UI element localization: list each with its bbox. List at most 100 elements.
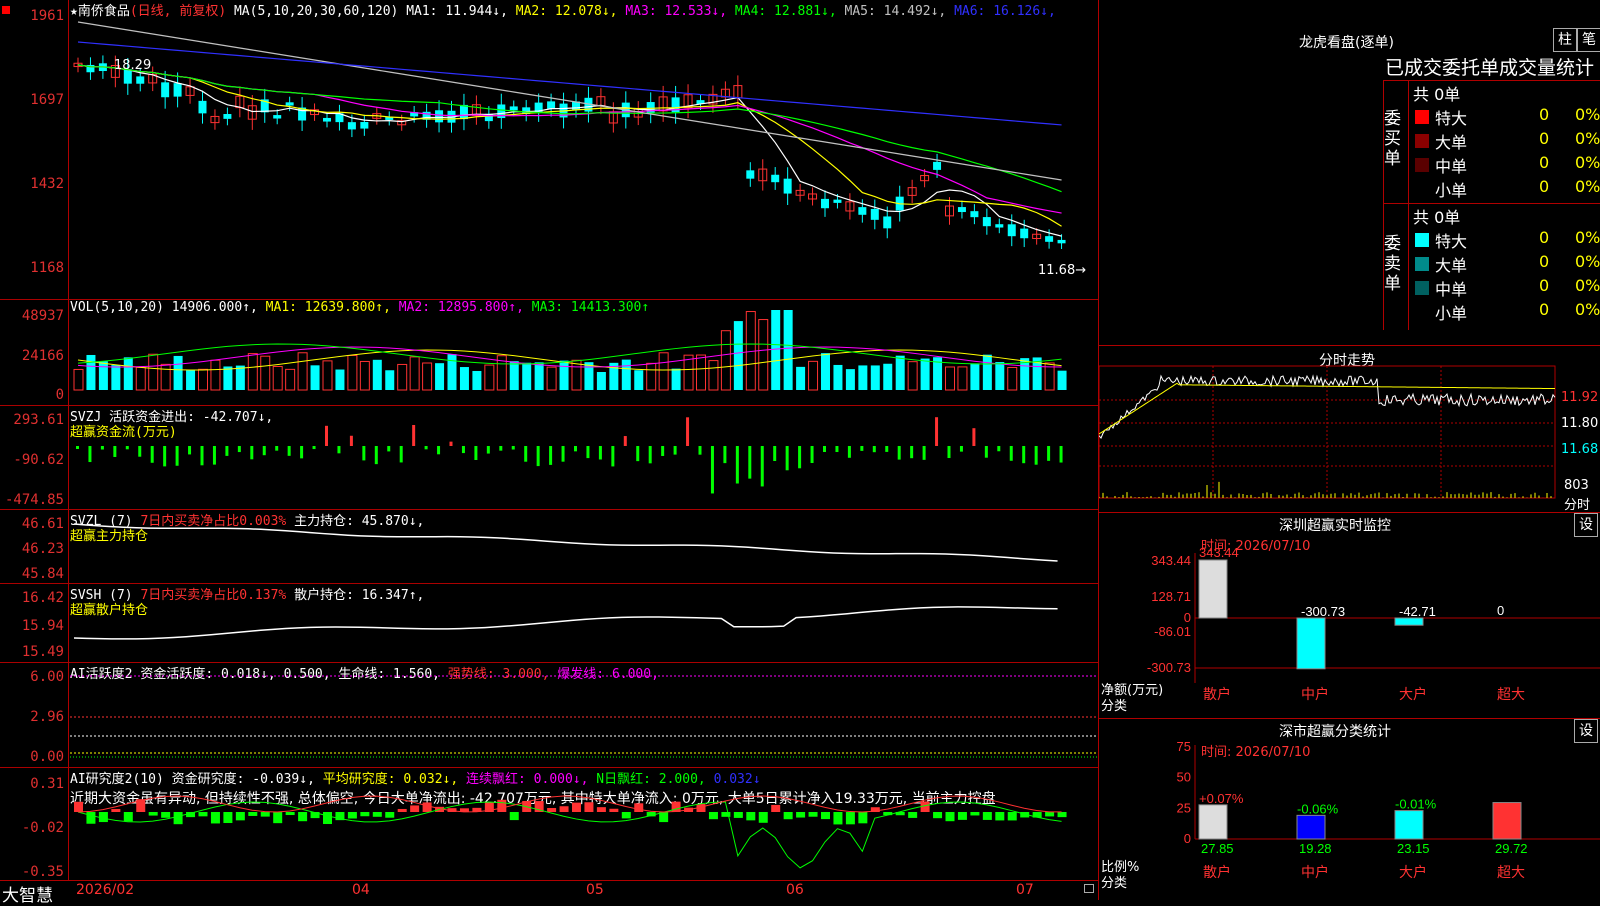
- candle-body: [746, 170, 755, 179]
- svzj-bar: [835, 446, 839, 453]
- volume-bar: [895, 355, 905, 390]
- svsh-pane[interactable]: 16.42 15.94 15.49 SVSH (7) 7日内买卖净占比0.137…: [0, 584, 1098, 663]
- color-swatch: [1415, 257, 1429, 271]
- research-bar: [260, 812, 270, 817]
- svzj-pane[interactable]: 293.61 -90.62 -474.85 SVZJ 活跃资金进出: -42.7…: [0, 406, 1098, 510]
- bar-view-button[interactable]: 柱: [1553, 28, 1577, 52]
- svzj-bar: [325, 425, 328, 446]
- buy-row-count: 0: [1539, 105, 1550, 124]
- sz-monitor-panel[interactable]: 深圳超赢实时监控 设 时间: 2026/07/10 净额(万元) 分类 343.…: [1099, 513, 1600, 719]
- svzj-bar: [212, 446, 216, 465]
- volume-bar: [858, 365, 868, 390]
- volume-bar: [796, 366, 806, 390]
- sz-classify-panel[interactable]: 深市超赢分类统计 设 时间: 2026/07/10 比例% 分类 75 50 25 0…: [1099, 719, 1600, 900]
- intraday-price-label: 11.80: [1561, 416, 1599, 431]
- volume-bar: [821, 353, 830, 390]
- ai-active-pane[interactable]: 6.00 2.96 0.00 AI活跃度2 资金活跃度: 0.018↓, 0.5…: [0, 663, 1098, 768]
- research-bar: [372, 812, 382, 817]
- volume-bar: [347, 354, 358, 391]
- svzl-pane[interactable]: 46.61 46.23 45.84 SVZL (7) 7日内买卖净占比0.003…: [0, 510, 1098, 584]
- research-bar: [746, 812, 756, 821]
- sz-monitor-category: 中户: [1301, 686, 1329, 702]
- research-bar: [858, 812, 868, 824]
- sz-classify-y-label: 50: [1177, 770, 1191, 785]
- candlestick-chart[interactable]: [0, 0, 1098, 299]
- research-bar: [957, 812, 967, 820]
- intraday-panel[interactable]: 分时走势 11.92 11.80 11.68 803 分时: [1099, 346, 1600, 513]
- volume-bars: [73, 310, 1067, 391]
- volume-bar: [696, 354, 706, 391]
- volume-bar: [322, 360, 333, 391]
- svzj-bars: [76, 417, 1063, 494]
- candle-body: [995, 224, 1004, 228]
- volume-bar: [297, 352, 308, 391]
- research-bar: [111, 808, 121, 812]
- volume-bar: [1057, 370, 1067, 390]
- candle-body: [1057, 239, 1066, 244]
- svsh-line: [73, 606, 1058, 640]
- svzj-bar: [823, 446, 826, 452]
- svzj-bar: [648, 446, 652, 464]
- chart-area[interactable]: 1961 1697 1432 1168 ★南侨食品(日线, 前复权) MA(5,…: [0, 0, 1099, 906]
- svzj-bar: [984, 446, 988, 458]
- volume-bar: [621, 359, 631, 390]
- volume-bar: [223, 366, 233, 390]
- svzj-bar: [474, 446, 478, 460]
- svzj-bar: [337, 446, 341, 454]
- svzl-line: [73, 523, 1058, 562]
- svzj-bar: [312, 446, 316, 450]
- ai-active-lines: [70, 675, 1098, 758]
- x-axis-label: 05: [586, 882, 604, 898]
- lock-icon[interactable]: [1084, 884, 1094, 893]
- sell-row-count: 0: [1539, 228, 1550, 247]
- candle-body: [870, 208, 879, 220]
- research-bar: [621, 812, 631, 819]
- list-view-button[interactable]: 笔: [1577, 28, 1600, 52]
- x-axis: 大智慧 2026/02 04 05 06 07: [0, 881, 1098, 906]
- volume-bar: [86, 354, 96, 390]
- volume-bar: [771, 310, 781, 390]
- research-bar: [609, 808, 619, 812]
- buy-row: 大单 0 0%: [1409, 129, 1600, 153]
- research-line-green: [77, 801, 1062, 869]
- svzj-bar: [88, 446, 92, 463]
- volume-bar: [920, 358, 930, 390]
- candle-body: [273, 115, 282, 119]
- dragon-tiger-panel[interactable]: 龙虎看盘(逐单) 柱 笔 已成交委托单成交量统计 委买单 共 0单 特大 0 0% 大…: [1099, 0, 1600, 346]
- candle-body: [347, 122, 356, 130]
- svzj-bar: [698, 446, 702, 455]
- svzj-bar: [598, 446, 602, 460]
- candle-body: [970, 211, 979, 218]
- sz-monitor-bar: [1296, 617, 1326, 670]
- research-bar: [410, 805, 420, 812]
- buy-row-count: 0: [1539, 177, 1550, 196]
- svzj-bar: [138, 446, 142, 457]
- svzj-bar: [76, 446, 79, 450]
- research-bar: [833, 812, 843, 825]
- research-bar: [385, 812, 395, 818]
- candle-body: [136, 76, 145, 84]
- research-bar: [148, 812, 158, 816]
- sell-row-name: 中单: [1435, 280, 1468, 299]
- sz-monitor-chart: 343.44128.710-86.01-300.73343.44散户-300.7…: [1147, 545, 1600, 702]
- volume-bar: [359, 360, 370, 391]
- research-bar: [161, 812, 171, 818]
- ai-research-pane[interactable]: 0.31 -0.02 -0.35 AI研究度2(10) 资金研究度: -0.03…: [0, 768, 1098, 881]
- volume-bar: [584, 362, 594, 390]
- volume-pane[interactable]: 48937 24166 0 VOL(5,10,20) 14906.000↑, M…: [0, 300, 1098, 406]
- research-bar: [945, 812, 955, 822]
- sz-classify-value: 27.85: [1201, 841, 1234, 856]
- price-pane[interactable]: 1961 1697 1432 1168 ★南侨食品(日线, 前复权) MA(5,…: [0, 0, 1098, 300]
- sz-classify-change: +0.07%: [1199, 791, 1244, 806]
- buy-row-name: 大单: [1435, 133, 1468, 152]
- last-price-label: 11.68→: [1038, 263, 1087, 278]
- volume-bar: [285, 368, 296, 391]
- sz-classify-category: 中户: [1301, 864, 1329, 880]
- buy-row-pct: 0%: [1575, 129, 1600, 148]
- sz-classify-change: -0.01%: [1395, 797, 1437, 812]
- svzj-bar: [623, 436, 627, 446]
- sell-total: 共 0单: [1413, 208, 1461, 227]
- volume-bar: [534, 362, 544, 390]
- research-bar: [298, 812, 308, 822]
- sell-row: 大单 0 0%: [1409, 252, 1600, 276]
